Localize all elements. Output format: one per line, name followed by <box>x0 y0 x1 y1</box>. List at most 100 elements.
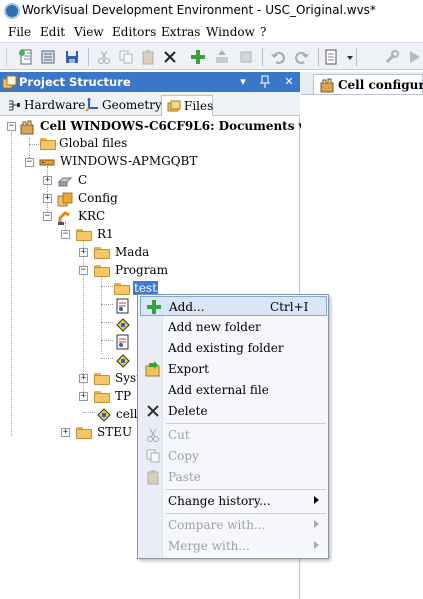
menu-file[interactable]: File <box>8 25 31 39</box>
menu-window[interactable]: Window <box>206 25 255 39</box>
open-project-icon[interactable] <box>40 49 56 65</box>
cut-toolbar-icon[interactable] <box>96 49 112 65</box>
expand-toggle-program[interactable]: − <box>79 266 88 275</box>
tree-node-test[interactable]: test <box>133 281 158 295</box>
database-toolbar-icon[interactable] <box>238 49 254 65</box>
cut-icon <box>145 427 161 443</box>
src-file-icon <box>115 334 131 350</box>
folder-icon <box>94 373 110 385</box>
dat-file-icon <box>115 316 131 332</box>
folder-icon <box>94 391 110 403</box>
tab-hardware[interactable]: Hardware <box>2 95 85 116</box>
hardware-icon <box>7 98 21 112</box>
expand-toggle-r1[interactable]: − <box>61 230 70 239</box>
play-icon[interactable] <box>406 49 422 65</box>
expand-toggle-config[interactable]: + <box>43 194 52 203</box>
menu-view[interactable]: View <box>74 25 104 39</box>
tree-node-controller[interactable]: WINDOWS-APMGQBT <box>60 154 197 168</box>
dat-file-icon <box>115 352 131 368</box>
tree-node-tp[interactable]: TP <box>115 389 131 403</box>
tree-node-steu[interactable]: STEU <box>97 425 132 439</box>
pin-icon[interactable] <box>258 74 272 89</box>
files-icon <box>167 99 181 113</box>
menu-item-cut[interactable]: Cut <box>140 425 327 445</box>
menu-help[interactable]: ? <box>260 25 266 39</box>
expand-toggle-krc[interactable]: − <box>43 212 52 221</box>
tree-node-r1[interactable]: R1 <box>97 227 114 241</box>
title-bar: WorkVisual Development Environment - USC… <box>0 0 423 22</box>
menu-item-add-new-folder[interactable]: Add new folder <box>140 317 327 337</box>
menu-item-add-external-file[interactable]: Add external file <box>140 380 327 400</box>
panel-tabs: Hardware Geometry Files <box>0 92 300 116</box>
tree-node-program[interactable]: Program <box>115 263 168 277</box>
expand-toggle-mada[interactable]: + <box>79 248 88 257</box>
wrench-icon[interactable] <box>384 49 400 65</box>
toolbar <box>0 42 423 70</box>
expand-toggle-controller[interactable]: − <box>25 158 34 167</box>
folder-icon <box>40 138 56 150</box>
menu-item-change-history[interactable]: Change history... <box>140 491 327 511</box>
submenu-arrow-icon <box>314 496 319 504</box>
add-icon <box>146 299 162 315</box>
menu-item-export[interactable]: Export <box>140 359 327 379</box>
menu-item-add[interactable]: Add... Ctrl+I <box>140 296 327 316</box>
folder-icon <box>94 265 110 277</box>
menu-extras[interactable]: Extras <box>161 25 200 39</box>
copy-toolbar-icon[interactable] <box>118 49 134 65</box>
project-structure-header: Project Structure ▾ ✕ <box>0 72 300 92</box>
config-icon <box>57 191 73 207</box>
undo-icon[interactable] <box>270 49 286 65</box>
expand-toggle-syst[interactable]: + <box>79 374 88 383</box>
add-shortcut: Ctrl+I <box>270 300 309 314</box>
menu-edit[interactable]: Edit <box>40 25 65 39</box>
folder-icon <box>76 427 92 439</box>
delete-icon <box>145 403 161 419</box>
export-icon <box>145 361 161 377</box>
menu-item-add-existing-folder[interactable]: Add existing folder <box>140 338 327 358</box>
menu-item-paste[interactable]: Paste <box>140 467 327 487</box>
menu-item-delete[interactable]: Delete <box>140 401 327 421</box>
menu-item-compare-with[interactable]: Compare with... <box>140 515 327 535</box>
menu-editors[interactable]: Editors <box>112 25 156 39</box>
menu-item-merge-with[interactable]: Merge with... <box>140 536 327 556</box>
geometry-icon <box>85 98 99 112</box>
app-logo-icon <box>4 3 20 19</box>
new-project-icon[interactable] <box>18 49 34 65</box>
drive-icon <box>57 173 73 189</box>
paste-icon <box>145 469 161 485</box>
expand-toggle-tp[interactable]: + <box>79 392 88 401</box>
tab-geometry[interactable]: Geometry <box>80 95 162 116</box>
expand-toggle-root[interactable]: − <box>7 122 16 131</box>
tab-cell-configuration[interactable]: Cell configurat <box>313 74 423 94</box>
chevron-down-icon[interactable] <box>342 49 353 65</box>
menu-item-copy[interactable]: Copy <box>140 446 327 466</box>
tree-node-c[interactable]: C <box>78 173 87 187</box>
controller-icon <box>39 154 55 170</box>
window-title: WorkVisual Development Environment - USC… <box>22 3 376 17</box>
tab-files[interactable]: Files <box>161 95 213 116</box>
tree-node-cell[interactable]: Cell WINDOWS-C6CF9L6: Documents view <box>40 119 328 133</box>
menu-bar: File Edit View Editors Extras Window ? <box>0 22 423 42</box>
folder-icon <box>114 283 130 295</box>
dat-file-icon <box>96 406 112 422</box>
panel-dropdown-icon[interactable]: ▾ <box>236 74 250 89</box>
upload-toolbar-icon[interactable] <box>214 49 230 65</box>
expand-toggle-c[interactable]: + <box>43 176 52 185</box>
close-panel-icon[interactable]: ✕ <box>282 74 296 89</box>
expand-toggle-steu[interactable]: + <box>61 428 70 437</box>
robot-icon <box>57 209 73 225</box>
tree-node-config[interactable]: Config <box>78 191 118 205</box>
project-structure-icon <box>2 74 18 90</box>
paste-toolbar-icon[interactable] <box>140 49 156 65</box>
folder-icon <box>94 247 110 259</box>
delete-toolbar-icon[interactable] <box>162 49 178 65</box>
tree-node-mada[interactable]: Mada <box>115 245 149 259</box>
document-dropdown-icon[interactable] <box>324 49 340 65</box>
tree-node-global-files[interactable]: Global files <box>59 136 127 150</box>
context-menu: Add... Ctrl+I Add new folder Add existin… <box>137 294 329 559</box>
redo-icon[interactable] <box>294 49 310 65</box>
tree-node-krc[interactable]: KRC <box>78 209 105 223</box>
save-icon[interactable] <box>64 49 80 65</box>
add-toolbar-icon[interactable] <box>190 49 206 65</box>
cell-icon <box>19 119 35 135</box>
